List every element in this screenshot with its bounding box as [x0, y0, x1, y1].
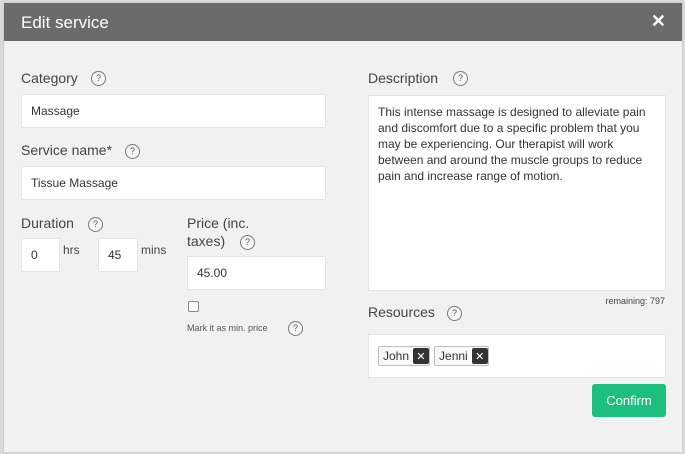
min-price-checkbox[interactable]	[188, 301, 199, 312]
close-icon[interactable]: ✕	[651, 12, 666, 30]
resource-tag-john: John ✕	[378, 346, 431, 366]
description-help-icon[interactable]: ?	[453, 71, 468, 86]
service-name-label: Service name*	[21, 142, 113, 158]
service-name-field[interactable]: Tissue Massage	[21, 166, 326, 200]
duration-label: Duration	[21, 215, 74, 231]
remove-icon[interactable]: ✕	[471, 348, 488, 364]
modal-header: Edit service ✕	[4, 3, 682, 41]
resource-tag-jenni: Jenni ✕	[434, 346, 489, 366]
resources-label: Resources	[368, 304, 435, 320]
resources-help-icon[interactable]: ?	[447, 306, 462, 321]
service-name-value: Tissue Massage	[31, 176, 118, 190]
price-help-icon[interactable]: ?	[240, 235, 255, 250]
category-field[interactable]: Massage	[21, 94, 326, 128]
description-textarea[interactable]: This intense massage is designed to alle…	[368, 95, 666, 291]
duration-hours-unit: hrs	[63, 243, 80, 257]
duration-hours-value: 0	[31, 248, 38, 262]
modal-title: Edit service	[21, 13, 109, 32]
resource-tag-label: John	[383, 349, 410, 363]
duration-minutes-unit: mins	[141, 243, 167, 257]
category-help-icon[interactable]: ?	[91, 71, 106, 86]
duration-hours-field[interactable]: 0	[21, 238, 60, 272]
resource-tag-label: Jenni	[439, 349, 468, 363]
min-price-help-icon[interactable]: ?	[288, 321, 303, 336]
edit-service-modal: Edit service ✕ Category ? Massage Servic…	[3, 2, 683, 453]
price-value: 45.00	[197, 266, 228, 280]
min-price-label: Mark it as min. price	[187, 323, 268, 333]
price-label-line2: taxes)	[187, 233, 226, 249]
duration-minutes-field[interactable]: 45	[98, 238, 138, 272]
resources-field[interactable]: John ✕ Jenni ✕	[368, 334, 666, 378]
category-value: Massage	[31, 104, 80, 118]
price-label-line1: Price (inc.	[187, 215, 250, 231]
service-name-help-icon[interactable]: ?	[125, 144, 140, 159]
duration-minutes-value: 45	[108, 248, 122, 262]
price-field[interactable]: 45.00	[187, 256, 326, 290]
confirm-button[interactable]: Confirm	[592, 384, 666, 417]
category-label: Category	[21, 70, 78, 86]
duration-help-icon[interactable]: ?	[88, 217, 103, 232]
remaining-count: remaining: 797	[605, 296, 665, 306]
description-label: Description	[368, 70, 439, 86]
remove-icon[interactable]: ✕	[413, 348, 430, 364]
description-value: This intense massage is designed to alle…	[378, 105, 646, 183]
